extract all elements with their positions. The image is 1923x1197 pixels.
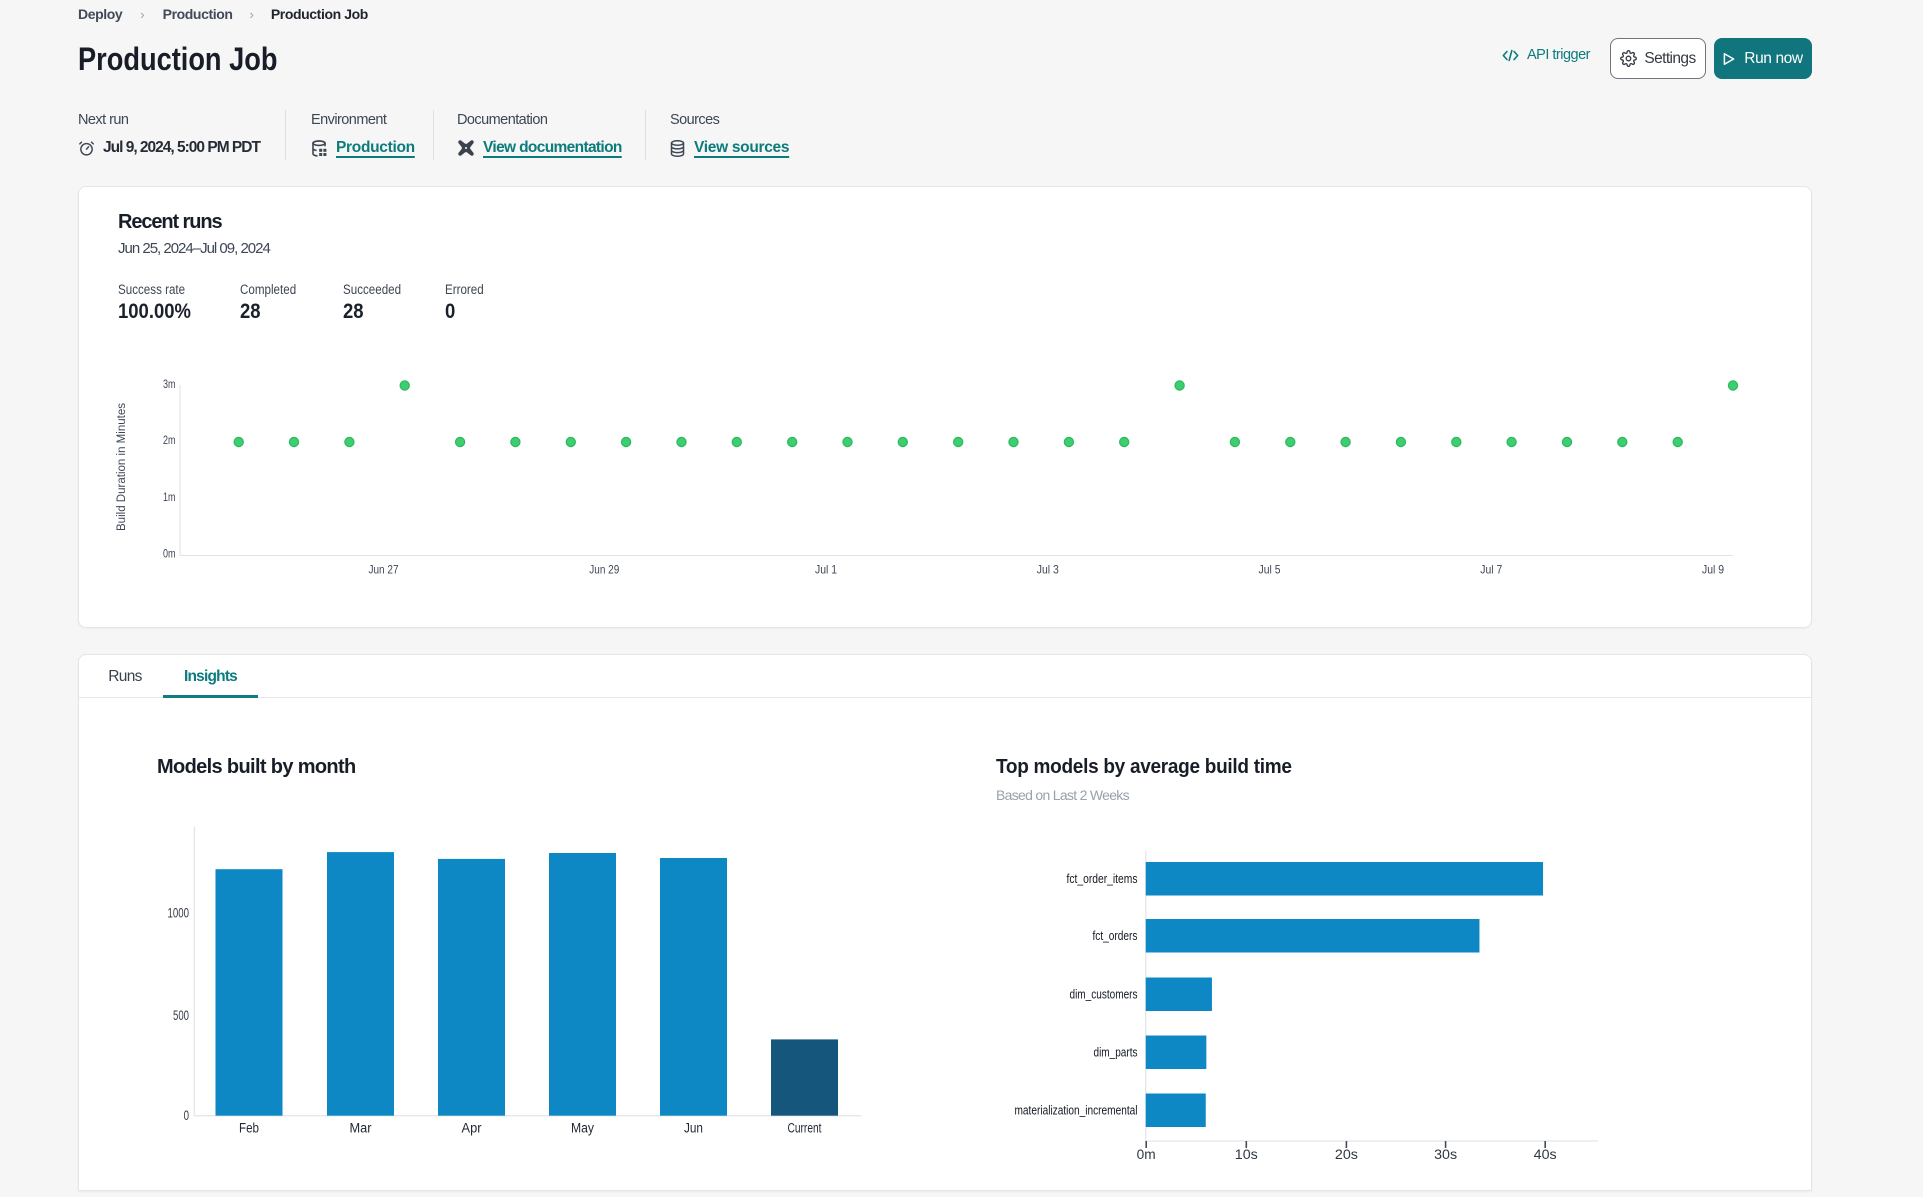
svg-text:Jun: Jun bbox=[684, 1121, 703, 1136]
svg-text:20s: 20s bbox=[1335, 1147, 1358, 1162]
svg-text:Mar: Mar bbox=[350, 1121, 372, 1136]
svg-text:Jul 9: Jul 9 bbox=[1702, 562, 1724, 576]
svg-text:2m: 2m bbox=[163, 433, 176, 447]
svg-text:10s: 10s bbox=[1235, 1147, 1258, 1162]
svg-text:Jul 1: Jul 1 bbox=[815, 562, 837, 576]
svg-text:dim_customers: dim_customers bbox=[1070, 988, 1138, 1002]
svg-text:Jul 3: Jul 3 bbox=[1037, 562, 1059, 576]
svg-text:Jul 5: Jul 5 bbox=[1259, 562, 1281, 576]
svg-text:Build Duration in Minutes: Build Duration in Minutes bbox=[116, 403, 128, 531]
svg-text:fct_order_items: fct_order_items bbox=[1067, 872, 1138, 886]
svg-text:0m: 0m bbox=[1137, 1147, 1156, 1162]
svg-text:0m: 0m bbox=[163, 547, 176, 561]
svg-text:Feb: Feb bbox=[239, 1121, 259, 1136]
svg-text:500: 500 bbox=[173, 1008, 189, 1023]
svg-text:May: May bbox=[571, 1121, 594, 1136]
svg-text:Jul 7: Jul 7 bbox=[1480, 562, 1502, 576]
svg-text:dim_parts: dim_parts bbox=[1094, 1046, 1138, 1060]
svg-text:Jun 27: Jun 27 bbox=[369, 562, 399, 576]
svg-text:1m: 1m bbox=[163, 490, 176, 504]
svg-text:3m: 3m bbox=[163, 377, 176, 391]
svg-text:1000: 1000 bbox=[168, 906, 190, 921]
svg-text:Current: Current bbox=[788, 1121, 822, 1136]
svg-text:Jun 29: Jun 29 bbox=[589, 562, 619, 576]
svg-text:materialization_incremental: materialization_incremental bbox=[1015, 1104, 1138, 1118]
svg-text:Apr: Apr bbox=[462, 1121, 482, 1136]
svg-text:0: 0 bbox=[184, 1108, 189, 1123]
svg-text:30s: 30s bbox=[1434, 1147, 1457, 1162]
svg-text:fct_orders: fct_orders bbox=[1093, 929, 1138, 943]
svg-text:40s: 40s bbox=[1534, 1147, 1557, 1162]
